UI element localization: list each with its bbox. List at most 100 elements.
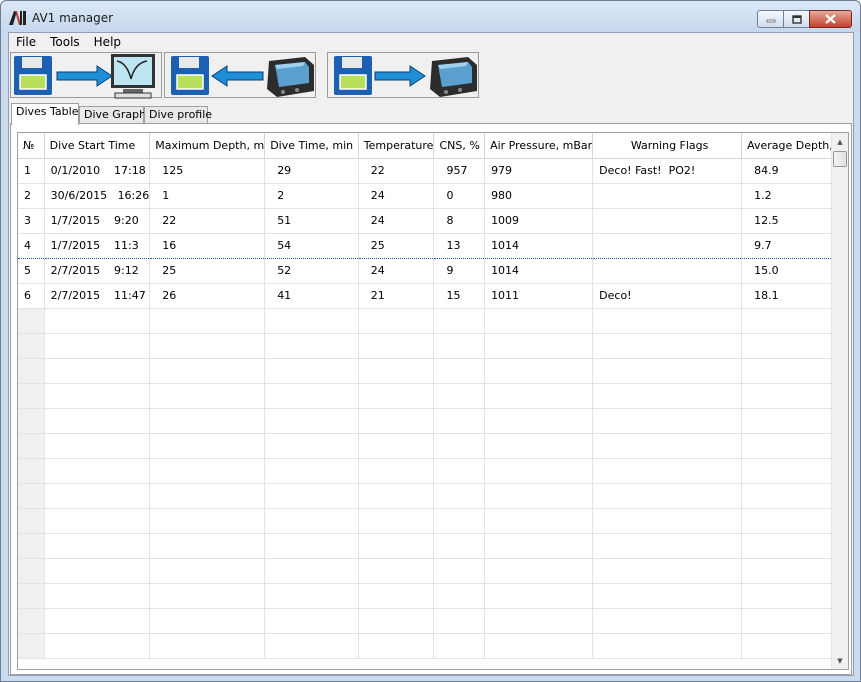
empty-cell[interactable] <box>149 408 266 434</box>
empty-cell[interactable] <box>433 533 486 559</box>
empty-cell[interactable] <box>484 533 594 559</box>
table-cell[interactable]: 2/7/2015 11:47 <box>44 283 151 309</box>
table-cell[interactable]: 1009 <box>484 208 594 234</box>
empty-cell[interactable] <box>264 408 359 434</box>
empty-cell[interactable] <box>592 608 743 634</box>
empty-cell[interactable] <box>484 583 594 609</box>
empty-cell[interactable] <box>484 358 594 384</box>
empty-cell[interactable] <box>433 308 486 334</box>
table-cell[interactable] <box>592 208 743 234</box>
empty-cell[interactable] <box>592 408 743 434</box>
row-header-cell[interactable] <box>18 358 45 384</box>
row-number[interactable]: 4 <box>18 232 45 259</box>
empty-row[interactable] <box>18 533 848 559</box>
empty-cell[interactable] <box>358 383 435 409</box>
table-cell[interactable]: 1014 <box>484 258 594 284</box>
empty-cell[interactable] <box>358 608 435 634</box>
row-header-cell[interactable] <box>18 458 45 484</box>
empty-row[interactable] <box>18 358 848 384</box>
menu-help[interactable]: Help <box>87 33 128 51</box>
row-header-cell[interactable] <box>18 483 45 509</box>
empty-cell[interactable] <box>149 508 266 534</box>
title-bar[interactable]: AV1 manager <box>1 1 860 32</box>
empty-cell[interactable] <box>484 608 594 634</box>
row-header-cell[interactable] <box>18 583 45 609</box>
empty-row[interactable] <box>18 458 848 484</box>
empty-cell[interactable] <box>44 483 151 509</box>
column-header[interactable]: Temperature <box>358 133 435 159</box>
empty-cell[interactable] <box>264 533 359 559</box>
table-row[interactable]: 5 2/7/2015 9:12 25 52 24 9 1014 15.0 <box>18 258 848 284</box>
empty-row[interactable] <box>18 383 848 409</box>
table-cell[interactable]: 25 <box>358 232 435 259</box>
empty-cell[interactable] <box>592 458 743 484</box>
empty-cell[interactable] <box>433 458 486 484</box>
table-row[interactable]: 6 2/7/2015 11:47 26 41 21 15 1011 Deco! 18.1 <box>18 283 848 309</box>
empty-cell[interactable] <box>433 358 486 384</box>
empty-cell[interactable] <box>44 583 151 609</box>
empty-cell[interactable] <box>264 483 359 509</box>
table-cell[interactable]: 979 <box>484 158 594 184</box>
table-cell[interactable]: 54 <box>264 232 359 259</box>
row-header-cell[interactable] <box>18 383 45 409</box>
empty-cell[interactable] <box>149 583 266 609</box>
empty-cell[interactable] <box>484 458 594 484</box>
tab-dive-profile[interactable]: Dive profile <box>144 106 212 124</box>
vertical-scrollbar[interactable]: ▲ ▼ <box>831 133 848 669</box>
table-cell[interactable]: 24 <box>358 208 435 234</box>
table-row[interactable]: 1 0/1/2010 17:18 125 29 22 957 979 Deco! Fast! … <box>18 158 848 184</box>
table-cell[interactable]: 1 <box>149 183 266 209</box>
empty-cell[interactable] <box>264 308 359 334</box>
empty-cell[interactable] <box>484 383 594 409</box>
empty-cell[interactable] <box>358 633 435 659</box>
empty-cell[interactable] <box>433 558 486 584</box>
empty-cell[interactable] <box>433 408 486 434</box>
row-header-cell[interactable] <box>18 608 45 634</box>
empty-cell[interactable] <box>592 558 743 584</box>
table-cell[interactable]: 25 <box>149 258 266 284</box>
scroll-down-icon[interactable]: ▼ <box>832 652 848 669</box>
menu-file[interactable]: File <box>9 33 43 51</box>
empty-cell[interactable] <box>358 583 435 609</box>
table-cell[interactable]: 1/7/2015 11:3 <box>43 232 151 259</box>
row-header-cell[interactable] <box>18 308 45 334</box>
empty-row[interactable] <box>18 308 848 334</box>
row-header-cell[interactable] <box>18 433 45 459</box>
empty-row[interactable] <box>18 408 848 434</box>
column-header[interactable]: Dive Start Time <box>44 133 151 159</box>
column-header[interactable]: CNS, % <box>433 133 486 159</box>
empty-cell[interactable] <box>358 433 435 459</box>
empty-cell[interactable] <box>484 433 594 459</box>
column-header[interactable]: Warning Flags <box>592 133 743 159</box>
empty-cell[interactable] <box>149 333 266 359</box>
empty-cell[interactable] <box>358 558 435 584</box>
column-header[interactable]: Maximum Depth, m <box>149 133 266 159</box>
empty-cell[interactable] <box>592 633 743 659</box>
empty-row[interactable] <box>18 558 848 584</box>
table-row[interactable]: 3 1/7/2015 9:20 22 51 24 8 1009 12.5 <box>18 208 848 234</box>
empty-cell[interactable] <box>44 358 151 384</box>
empty-row[interactable] <box>18 608 848 634</box>
table-cell[interactable]: 24 <box>358 183 435 209</box>
close-button[interactable] <box>809 10 852 28</box>
empty-cell[interactable] <box>264 433 359 459</box>
row-header-cell[interactable] <box>18 408 45 434</box>
table-cell[interactable]: 41 <box>264 283 359 309</box>
table-cell[interactable]: 21 <box>358 283 435 309</box>
empty-cell[interactable] <box>592 533 743 559</box>
table-cell[interactable]: 16 <box>149 232 266 259</box>
empty-cell[interactable] <box>433 633 486 659</box>
table-cell[interactable]: 1/7/2015 9:20 <box>44 208 151 234</box>
row-number[interactable]: 3 <box>18 208 45 234</box>
empty-cell[interactable] <box>484 508 594 534</box>
empty-cell[interactable] <box>592 383 743 409</box>
empty-cell[interactable] <box>149 483 266 509</box>
empty-cell[interactable] <box>358 358 435 384</box>
empty-cell[interactable] <box>149 433 266 459</box>
empty-row[interactable] <box>18 433 848 459</box>
empty-cell[interactable] <box>358 508 435 534</box>
empty-cell[interactable] <box>149 358 266 384</box>
empty-cell[interactable] <box>264 558 359 584</box>
empty-cell[interactable] <box>44 608 151 634</box>
table-cell[interactable]: 9 <box>433 258 486 284</box>
